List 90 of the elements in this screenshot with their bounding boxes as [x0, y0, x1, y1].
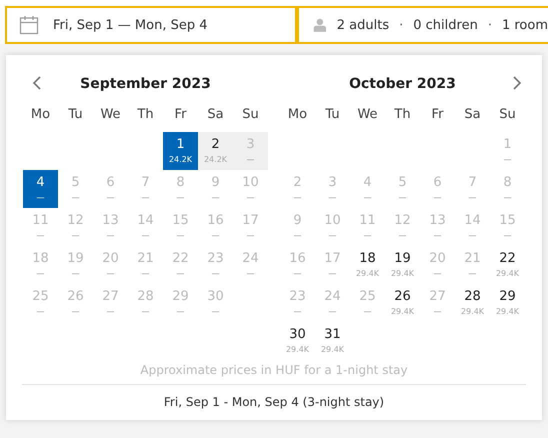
month-title: September 2023	[80, 75, 211, 94]
day-cell[interactable]: 19 —	[58, 246, 93, 284]
day-cell[interactable]: 30 —	[198, 284, 233, 322]
day-cell[interactable]: 31 29.4K	[315, 322, 350, 360]
day-cell[interactable]: 22 29.4K	[490, 246, 525, 284]
day-cell[interactable]: 29 29.4K	[490, 284, 525, 322]
weekday-label: Mo	[30, 106, 52, 124]
weekday-label: Th	[393, 106, 412, 124]
day-cell[interactable]: 24 —	[233, 246, 268, 284]
day-cell[interactable]: 8 —	[490, 170, 525, 208]
day-cell[interactable]: 16 —	[198, 208, 233, 246]
day-cell[interactable]: 9 —	[280, 208, 315, 246]
separator-dot: ·	[488, 18, 492, 32]
day-cell[interactable]: 6 —	[93, 170, 128, 208]
day-cell[interactable]: 25 —	[350, 284, 385, 322]
stay-summary: Fri, Sep 1 - Mon, Sep 4 (3-night stay)	[164, 394, 384, 411]
day-cell[interactable]: 12 —	[385, 208, 420, 246]
day-cell[interactable]: 18 29.4K	[350, 246, 385, 284]
day-cell[interactable]: 23 —	[280, 284, 315, 322]
day-cell[interactable]: 20 —	[93, 246, 128, 284]
day-cell[interactable]: 14 —	[128, 208, 163, 246]
day-cell[interactable]: 13 —	[420, 208, 455, 246]
guests-text: 2 adults	[336, 18, 390, 32]
weekday-label: Fr	[430, 106, 444, 124]
weekday-label: Tu	[324, 106, 341, 124]
selected-day-cell[interactable]: 1 24.2K	[163, 132, 198, 170]
weekday-label: Tu	[67, 106, 84, 124]
day-cell[interactable]: 26 29.4K	[385, 284, 420, 322]
day-cell[interactable]: 8 —	[163, 170, 198, 208]
day-cell[interactable]: 13 —	[93, 208, 128, 246]
day-cell[interactable]: 11 —	[23, 208, 58, 246]
day-cell[interactable]: 7 —	[128, 170, 163, 208]
weekday-label: We	[99, 106, 122, 124]
day-cell[interactable]: 10 —	[315, 208, 350, 246]
day-cell[interactable]: 21 —	[455, 246, 490, 284]
guests-text: 1 room	[502, 18, 548, 32]
day-cell[interactable]: 17 —	[315, 246, 350, 284]
day-cell[interactable]: 5 —	[58, 170, 93, 208]
price-note: Approximate prices in HUF for a 1-night stay	[140, 362, 408, 379]
weekday-label: Sa	[463, 106, 482, 124]
previous-month-icon[interactable]	[32, 75, 42, 91]
separator-dot: ·	[399, 18, 404, 32]
date-range-text: Fri, Sep 1 — Mon, Sep 4	[53, 18, 208, 32]
day-cell[interactable]: 6 —	[420, 170, 455, 208]
date-field[interactable]: Fri, Sep 1 — Mon, Sep 4	[5, 6, 297, 44]
weekday-label: Su	[241, 106, 260, 124]
day-cell[interactable]: 16 —	[280, 246, 315, 284]
day-cell[interactable]: 17 —	[233, 208, 268, 246]
day-cell[interactable]: 19 29.4K	[385, 246, 420, 284]
day-cell[interactable]: 9 —	[198, 170, 233, 208]
weekday-label: Su	[498, 106, 517, 124]
day-cell[interactable]: 27 —	[93, 284, 128, 322]
day-cell[interactable]: 1 —	[490, 132, 525, 170]
day-cell[interactable]: 23 —	[198, 246, 233, 284]
selected-day-cell[interactable]: 4 —	[23, 170, 58, 208]
weekday-label: Th	[136, 106, 155, 124]
weekday-label: Fr	[174, 106, 188, 124]
day-cell[interactable]: 22 —	[163, 246, 198, 284]
month-title: October 2023	[349, 75, 456, 94]
guests-field[interactable]: 2 adults · 0 children · 1 room	[297, 6, 548, 44]
day-cell[interactable]: 12 —	[58, 208, 93, 246]
day-cell[interactable]: 28 29.4K	[455, 284, 490, 322]
guests-text: 0 children	[413, 18, 478, 32]
next-month-icon[interactable]	[512, 75, 522, 91]
day-cell[interactable]: 7 —	[455, 170, 490, 208]
day-cell[interactable]: 10 —	[233, 170, 268, 208]
day-cell[interactable]: 25 —	[23, 284, 58, 322]
calendar-icon	[19, 15, 39, 35]
day-cell[interactable]: 3 —	[315, 170, 350, 208]
day-cell[interactable]: 21 —	[128, 246, 163, 284]
day-cell[interactable]: 11 —	[350, 208, 385, 246]
day-cell[interactable]: 29 —	[163, 284, 198, 322]
day-cell[interactable]: 24 —	[315, 284, 350, 322]
day-cell[interactable]: 4 —	[350, 170, 385, 208]
person-icon	[313, 16, 327, 34]
day-cell[interactable]: 2 —	[280, 170, 315, 208]
day-cell[interactable]: 30 29.4K	[280, 322, 315, 360]
day-cell[interactable]: 14 —	[455, 208, 490, 246]
day-cell[interactable]: 28 —	[128, 284, 163, 322]
day-cell[interactable]: 15 —	[163, 208, 198, 246]
day-cell[interactable]: 27 —	[420, 284, 455, 322]
day-cell[interactable]: 26 —	[58, 284, 93, 322]
range-day-cell[interactable]: 2 24.2K	[198, 132, 233, 170]
weekday-label: Sa	[206, 106, 225, 124]
weekday-label: We	[356, 106, 379, 124]
day-cell[interactable]: 15 —	[490, 208, 525, 246]
weekday-label: Mo	[286, 106, 308, 124]
day-cell[interactable]: 20 —	[420, 246, 455, 284]
day-cell[interactable]: 5 —	[385, 170, 420, 208]
day-cell[interactable]: 18 —	[23, 246, 58, 284]
